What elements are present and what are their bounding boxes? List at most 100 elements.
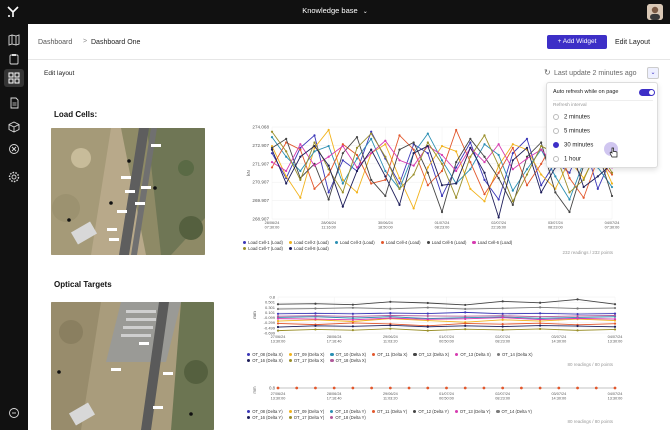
legend-item[interactable]: OT_09 (Delta Y) bbox=[288, 409, 324, 414]
target-icon[interactable] bbox=[8, 143, 20, 155]
radio-icon[interactable] bbox=[553, 156, 559, 162]
legend-dot-icon bbox=[330, 416, 334, 420]
legend-item[interactable]: Load Cell-6 (Load) bbox=[472, 240, 512, 245]
legend-dot-icon bbox=[288, 416, 292, 420]
x-tick-label: 01/07/24 bbox=[439, 335, 454, 339]
data-point bbox=[426, 318, 429, 321]
data-point bbox=[426, 132, 429, 135]
radio-icon[interactable] bbox=[553, 114, 559, 120]
data-point bbox=[440, 184, 444, 187]
legend-item[interactable]: OT_13 (Delta Y) bbox=[454, 409, 490, 414]
data-point bbox=[469, 155, 472, 158]
data-point bbox=[327, 128, 330, 132]
clipboard-icon[interactable] bbox=[8, 53, 20, 65]
legend-item[interactable]: OT_08 (Delta X) bbox=[247, 352, 283, 357]
data-point bbox=[469, 168, 472, 171]
data-point bbox=[576, 314, 579, 318]
x-tick-label: 13:30:00 bbox=[271, 340, 286, 344]
legend-item[interactable]: Load Cell-3 (Load) bbox=[334, 240, 375, 245]
interval-option-30-minutes[interactable]: 30 minutes bbox=[553, 142, 593, 149]
data-point bbox=[501, 318, 504, 321]
data-point bbox=[398, 148, 401, 151]
cube-icon[interactable] bbox=[8, 121, 20, 133]
workspace-title-label[interactable]: Knowledge base bbox=[302, 6, 357, 15]
legend-dot-icon bbox=[330, 359, 334, 363]
interval-option-5-minutes[interactable]: 5 minutes bbox=[553, 128, 590, 135]
add-widget-button[interactable]: + Add Widget bbox=[547, 35, 607, 49]
legend-item[interactable]: Load Cell-5 (Load) bbox=[426, 240, 466, 245]
avatar[interactable] bbox=[647, 4, 663, 20]
legend-item[interactable]: OT_12 (Delta Y) bbox=[413, 409, 449, 414]
data-point bbox=[554, 175, 557, 178]
breadcrumb-root[interactable]: Dashboard bbox=[38, 39, 72, 46]
data-point bbox=[610, 171, 614, 174]
sidebar bbox=[0, 24, 28, 430]
legend-item[interactable]: Load Cell-2 (Load) bbox=[288, 240, 329, 245]
chevron-down-icon[interactable]: ⌄ bbox=[363, 9, 368, 15]
legend-item[interactable]: OT_10 (Delta Y) bbox=[330, 409, 366, 414]
x-tick-label: 01/07/24 bbox=[439, 392, 454, 396]
legend-item[interactable]: OT_18 (Delta Y) bbox=[330, 415, 366, 420]
legend-item[interactable]: OT_11 (Delta Y) bbox=[371, 409, 407, 414]
x-tick-label: 28/06/24 bbox=[265, 221, 280, 225]
legend-item[interactable]: Load Cell-7 (Load) bbox=[243, 246, 283, 251]
data-point bbox=[455, 182, 458, 185]
data-point bbox=[464, 317, 467, 320]
legend-item[interactable]: OT_14 (Delta X) bbox=[496, 352, 533, 357]
x-tick-label: 04/07/24 bbox=[608, 335, 623, 339]
data-point bbox=[525, 184, 529, 187]
legend-label: OT_17 (Delta Y) bbox=[293, 415, 325, 420]
legend-dot-icon bbox=[455, 353, 459, 357]
document-icon[interactable] bbox=[8, 97, 20, 109]
auto-refresh-toggle[interactable] bbox=[639, 89, 655, 96]
map-icon[interactable] bbox=[8, 34, 20, 46]
dashboard-icon[interactable] bbox=[8, 72, 20, 84]
help-icon[interactable] bbox=[8, 407, 20, 419]
data-point bbox=[511, 168, 514, 171]
legend-item[interactable]: OT_08 (Delta Y) bbox=[247, 409, 283, 414]
data-point bbox=[455, 169, 458, 173]
interval-option-1-hour[interactable]: 1 hour bbox=[553, 156, 581, 163]
legend-item[interactable]: OT_17 (Delta Y) bbox=[288, 415, 325, 420]
gear-icon[interactable] bbox=[8, 171, 20, 183]
data-point bbox=[426, 325, 429, 328]
legend-item[interactable]: OT_12 (Delta X) bbox=[413, 352, 449, 357]
data-point bbox=[351, 315, 354, 318]
legend-item[interactable]: OT_16 (Delta X) bbox=[247, 358, 283, 363]
legend-item[interactable]: Load Cell-1 (Load) bbox=[243, 240, 283, 245]
data-point bbox=[568, 210, 571, 214]
legend-item[interactable]: OT_13 (Delta X) bbox=[455, 352, 491, 357]
x-tick-label: 27/06/24 bbox=[271, 335, 286, 339]
legend-item[interactable]: OT_18 (Delta X) bbox=[330, 358, 366, 363]
legend-item[interactable]: OT_10 (Delta X) bbox=[330, 352, 366, 357]
x-tick-label: 17:16:40 bbox=[327, 397, 342, 401]
data-point bbox=[398, 177, 401, 180]
x-tick-label: 17:16:40 bbox=[327, 340, 342, 344]
data-point bbox=[501, 316, 504, 319]
legend-item[interactable]: Load Cell-8 (Load) bbox=[288, 246, 329, 251]
x-tick-label: 13:30:00 bbox=[271, 397, 286, 401]
refresh-dropdown-button[interactable]: ⌄ bbox=[647, 67, 659, 79]
legend-item[interactable]: OT_17 (Delta X) bbox=[288, 358, 324, 363]
interval-option-2-minutes[interactable]: 2 minutes bbox=[553, 114, 590, 121]
data-point bbox=[539, 322, 542, 325]
edit-layout-label[interactable]: Edit layout bbox=[44, 70, 74, 77]
legend-dot-icon bbox=[288, 359, 292, 363]
legend-dot-icon bbox=[243, 247, 247, 251]
edit-layout-button[interactable]: Edit Layout bbox=[615, 39, 650, 46]
radio-selected-icon[interactable] bbox=[553, 142, 559, 148]
data-point bbox=[398, 159, 401, 162]
radio-icon[interactable] bbox=[553, 128, 559, 134]
legend-dot-icon bbox=[288, 241, 293, 245]
data-point bbox=[270, 136, 274, 139]
legend-item[interactable]: OT_14 (Delta Y) bbox=[496, 409, 532, 414]
data-point bbox=[299, 178, 302, 182]
legend-item[interactable]: Load Cell-4 (Load) bbox=[380, 240, 421, 245]
legend-item[interactable]: OT_09 (Delta X) bbox=[288, 352, 324, 357]
x-tick-label: 11:16:00 bbox=[321, 226, 336, 230]
workspace-title[interactable]: Knowledge base ⌄ bbox=[0, 6, 670, 15]
legend-item[interactable]: OT_11 (Delta X) bbox=[372, 352, 407, 357]
legend-item[interactable]: OT_16 (Delta Y) bbox=[247, 415, 283, 420]
data-point bbox=[501, 325, 504, 328]
refresh-icon[interactable]: ↻ bbox=[544, 68, 551, 77]
